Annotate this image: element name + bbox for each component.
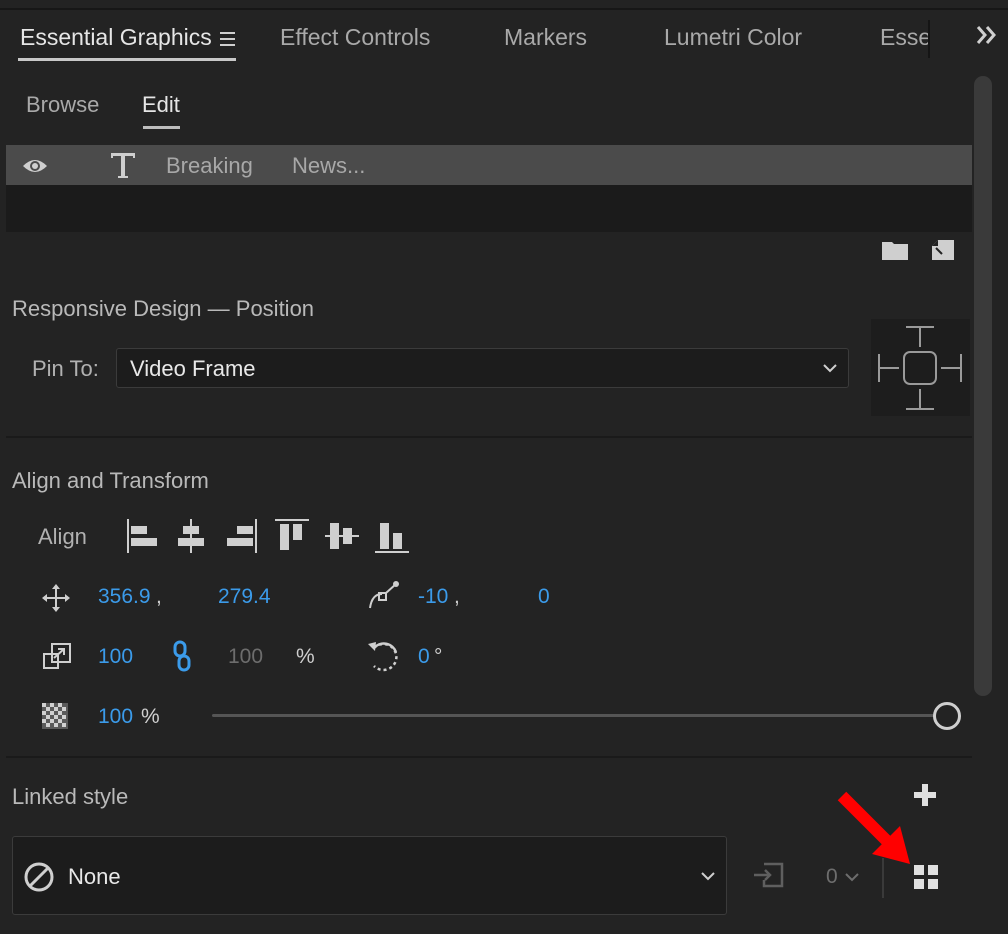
position-move-icon bbox=[42, 584, 70, 617]
rotation-unit: ° bbox=[434, 645, 443, 668]
panel-top-border bbox=[0, 8, 1008, 10]
pin-to-label: Pin To: bbox=[32, 356, 99, 381]
align-bottom-icon[interactable] bbox=[374, 518, 410, 559]
active-subtab-indicator bbox=[143, 126, 180, 129]
opacity-checker-icon bbox=[42, 703, 68, 734]
annotation-arrow-icon bbox=[832, 788, 916, 873]
opacity-unit: % bbox=[141, 705, 160, 728]
linked-style-heading: Linked style bbox=[12, 784, 129, 809]
tab-markers[interactable]: Markers bbox=[504, 24, 587, 51]
active-tab-indicator bbox=[18, 58, 236, 61]
rotation-icon bbox=[366, 638, 402, 679]
layer-name-part2: News... bbox=[292, 153, 366, 178]
none-icon bbox=[23, 861, 55, 898]
layer-list-empty-area[interactable] bbox=[6, 185, 972, 232]
linked-style-dropdown[interactable]: None bbox=[12, 836, 727, 915]
grid-view-icon[interactable] bbox=[913, 864, 939, 895]
position-y-value[interactable]: 279.4 bbox=[218, 585, 271, 609]
align-label: Align bbox=[38, 524, 87, 549]
subtab-browse[interactable]: Browse bbox=[26, 92, 99, 118]
new-layer-icon[interactable] bbox=[932, 240, 954, 265]
scale-height-value: 100 bbox=[228, 645, 264, 668]
scale-width-value[interactable]: 100 bbox=[98, 645, 133, 669]
layer-name-part1: Breaking bbox=[166, 153, 253, 178]
constrain-proportions-link-icon[interactable] bbox=[172, 640, 192, 677]
tab-essential-sound[interactable]: Essen bbox=[880, 24, 928, 51]
tab-effect-controls[interactable]: Effect Controls bbox=[280, 24, 430, 51]
anchor-y-value[interactable]: 0 bbox=[538, 585, 550, 609]
push-style-icon bbox=[752, 860, 786, 895]
layer-row[interactable] bbox=[6, 145, 972, 185]
align-right-icon[interactable] bbox=[224, 518, 260, 559]
scale-unit: % bbox=[296, 645, 315, 668]
text-layer-icon bbox=[108, 150, 138, 185]
anchor-point-icon bbox=[368, 580, 400, 617]
subtab-edit[interactable]: Edit bbox=[142, 92, 180, 118]
anchor-x-value[interactable]: -10 bbox=[418, 585, 448, 609]
linked-style-value: None bbox=[68, 864, 121, 889]
align-horizontal-center-icon[interactable] bbox=[174, 518, 208, 559]
chevron-down-icon bbox=[822, 360, 838, 381]
opacity-slider-track[interactable] bbox=[212, 714, 934, 717]
pin-position-widget[interactable] bbox=[871, 319, 970, 416]
rotation-value[interactable]: 0 bbox=[418, 645, 430, 669]
pin-to-dropdown[interactable]: Video Frame bbox=[116, 348, 849, 388]
align-top-icon[interactable] bbox=[274, 518, 310, 559]
scale-icon bbox=[42, 642, 72, 675]
panel-menu-icon[interactable] bbox=[220, 32, 235, 46]
section-divider bbox=[6, 436, 972, 438]
vertical-scrollbar[interactable] bbox=[974, 76, 992, 696]
panel-overflow-icon[interactable] bbox=[974, 22, 1000, 53]
chevron-down-icon bbox=[700, 868, 716, 889]
align-transform-heading: Align and Transform bbox=[12, 468, 209, 493]
opacity-slider-knob[interactable] bbox=[933, 702, 961, 730]
new-group-folder-icon[interactable] bbox=[882, 240, 908, 265]
tab-overflow-divider bbox=[928, 20, 930, 58]
eye-icon[interactable] bbox=[22, 156, 48, 181]
align-left-icon[interactable] bbox=[124, 518, 158, 559]
responsive-design-heading: Responsive Design — Position bbox=[12, 296, 315, 321]
comma-separator: , bbox=[156, 585, 162, 608]
position-x-value[interactable]: 356.9 bbox=[98, 585, 151, 609]
tab-essential-graphics[interactable]: Essential Graphics bbox=[20, 24, 212, 51]
section-divider bbox=[6, 756, 972, 758]
tab-lumetri-color[interactable]: Lumetri Color bbox=[664, 24, 802, 51]
comma-separator: , bbox=[454, 585, 460, 608]
align-vertical-center-icon[interactable] bbox=[324, 518, 360, 559]
opacity-value[interactable]: 100 bbox=[98, 705, 133, 729]
pin-to-value: Video Frame bbox=[130, 356, 256, 381]
